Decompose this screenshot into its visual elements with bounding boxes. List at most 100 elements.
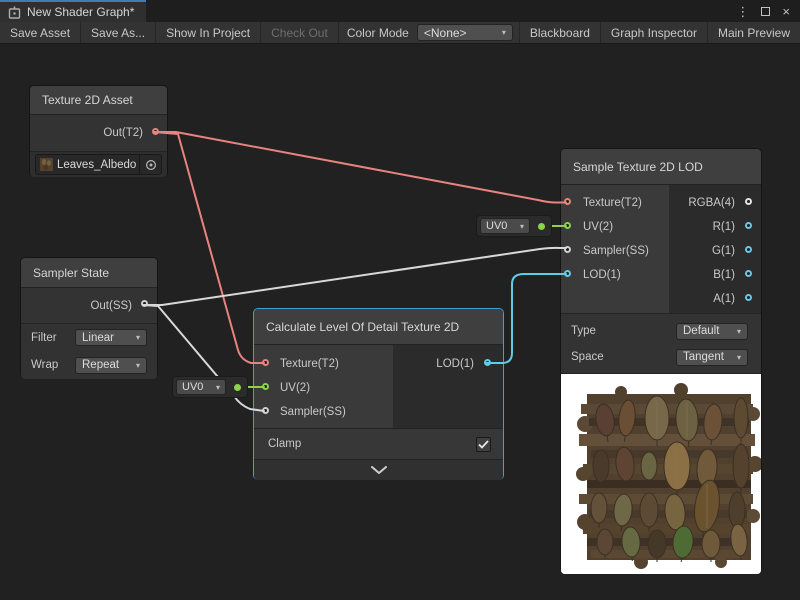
leaves-texture-image <box>561 374 761 574</box>
graph-inspector-toggle-button[interactable]: Graph Inspector <box>600 22 707 43</box>
main-preview-toggle-button[interactable]: Main Preview <box>707 22 800 43</box>
g-output-label: G(1) <box>712 245 735 257</box>
close-icon[interactable]: × <box>782 5 790 18</box>
type-dropdown[interactable]: Default ▾ <box>676 323 748 340</box>
node-header[interactable]: Calculate Level Of Detail Texture 2D <box>254 309 503 345</box>
uv-channel-value: UV0 <box>486 220 507 232</box>
wrap-value: Repeat <box>82 359 119 371</box>
rgba-output-row: RGBA(4) <box>669 191 761 215</box>
color-mode-label: Color Mode <box>339 22 417 43</box>
output-ports-panel: LOD(1) <box>393 345 503 428</box>
shader-graph-window: New Shader Graph* ⋮ × Save Asset Save As… <box>0 0 800 600</box>
out-ss-label: Out(SS) <box>90 300 132 312</box>
input-ports-panel: Texture(T2) UV(2) Sampler(SS) <box>254 345 393 428</box>
b-output-port[interactable] <box>745 270 752 277</box>
chevron-down-icon: ▾ <box>512 222 524 231</box>
node-header[interactable]: Sampler State <box>21 258 157 288</box>
texture-field-row: Leaves_Albedo <box>30 151 167 177</box>
node-header[interactable]: Sample Texture 2D LOD <box>561 149 761 185</box>
uv-value-dot-icon <box>538 223 545 230</box>
title-bar: New Shader Graph* ⋮ × <box>0 0 800 22</box>
color-mode-dropdown[interactable]: <None> ▾ <box>417 24 513 41</box>
shader-graph-asset-icon <box>8 6 21 19</box>
g-output-row: G(1) <box>669 239 761 263</box>
wire-sampler-to-sample[interactable] <box>143 248 566 305</box>
rgba-output-label: RGBA(4) <box>688 197 735 209</box>
uv-channel-dropdown[interactable]: UV0 ▾ <box>176 379 226 395</box>
space-label: Space <box>571 351 604 363</box>
wrap-label: Wrap <box>31 359 67 371</box>
rgba-output-port[interactable] <box>745 198 752 205</box>
out-ss-port-row: Out(SS) <box>21 288 157 323</box>
r-output-port[interactable] <box>745 222 752 229</box>
node-calculate-lod-texture-2d[interactable]: Calculate Level Of Detail Texture 2D Tex… <box>253 308 504 480</box>
wire-texture-to-calculate[interactable] <box>154 132 264 363</box>
chevron-down-icon: ▾ <box>128 333 140 342</box>
texture-input-row: Texture(T2) <box>254 352 393 376</box>
texture-object-field[interactable]: Leaves_Albedo <box>35 154 162 175</box>
maximize-icon[interactable] <box>761 7 770 16</box>
filter-row: Filter Linear ▾ <box>21 323 157 351</box>
check-out-button: Check Out <box>261 22 339 43</box>
space-row: Space Tangent ▾ <box>561 344 761 370</box>
save-as-button[interactable]: Save As... <box>81 22 156 43</box>
uv-input-row: UV(2) <box>561 215 669 239</box>
clamp-label: Clamp <box>268 438 301 450</box>
sampler-input-row: Sampler(SS) <box>254 400 393 424</box>
texture-input-row: Texture(T2) <box>561 191 669 215</box>
lod-input-row: LOD(1) <box>561 263 669 287</box>
uv-channel-dropdown[interactable]: UV0 ▾ <box>480 218 530 234</box>
r-output-row: R(1) <box>669 215 761 239</box>
clamp-checkbox[interactable] <box>476 437 491 452</box>
window-controls: ⋮ × <box>726 0 800 22</box>
sampler-input-label: Sampler(SS) <box>583 245 649 257</box>
save-asset-button[interactable]: Save Asset <box>0 22 81 43</box>
document-tab[interactable]: New Shader Graph* <box>0 0 146 22</box>
r-output-label: R(1) <box>713 221 735 233</box>
uv-channel-widget-sample: UV0 ▾ <box>476 215 552 237</box>
a-output-port[interactable] <box>745 294 752 301</box>
graph-canvas[interactable]: Texture 2D Asset Out(T2) Leaves_Albedo <box>0 44 800 600</box>
check-icon <box>478 440 489 449</box>
show-in-project-button[interactable]: Show In Project <box>156 22 261 43</box>
type-value: Default <box>683 325 719 337</box>
titlebar-drag-area <box>146 0 726 22</box>
node-texture-2d-asset[interactable]: Texture 2D Asset Out(T2) Leaves_Albedo <box>29 85 168 177</box>
lod-input-label: LOD(1) <box>583 269 621 281</box>
node-header[interactable]: Texture 2D Asset <box>30 86 167 115</box>
filter-label: Filter <box>31 332 67 344</box>
node-title: Calculate Level Of Detail Texture 2D <box>266 320 459 334</box>
more-menu-icon[interactable]: ⋮ <box>736 5 749 18</box>
node-sample-texture-2d-lod[interactable]: Sample Texture 2D LOD Texture(T2) UV(2) … <box>560 148 762 573</box>
out-t2-port-row: Out(T2) <box>30 115 167 151</box>
node-title: Texture 2D Asset <box>42 93 133 107</box>
input-ports-panel: Texture(T2) UV(2) Sampler(SS) LOD(1) <box>561 185 669 313</box>
chevron-down-icon: ▾ <box>208 383 220 392</box>
type-label: Type <box>571 325 596 337</box>
g-output-port[interactable] <box>745 246 752 253</box>
wrap-row: Wrap Repeat ▾ <box>21 351 157 379</box>
uv-input-label: UV(2) <box>280 382 310 394</box>
filter-dropdown[interactable]: Linear ▾ <box>75 329 147 346</box>
space-dropdown[interactable]: Tangent ▾ <box>676 349 748 366</box>
chevron-down-icon: ▾ <box>729 353 741 362</box>
node-sampler-state[interactable]: Sampler State Out(SS) Filter Linear ▾ Wr… <box>20 257 158 378</box>
collapse-chevron-button[interactable] <box>254 459 503 480</box>
texture-input-label: Texture(T2) <box>280 358 339 370</box>
wrap-dropdown[interactable]: Repeat ▾ <box>75 357 147 374</box>
sampler-input-row: Sampler(SS) <box>561 239 669 263</box>
b-output-label: B(1) <box>713 269 735 281</box>
node-title: Sample Texture 2D LOD <box>573 160 703 174</box>
wire-texture-to-sample[interactable] <box>154 132 566 203</box>
blackboard-toggle-button[interactable]: Blackboard <box>519 22 600 43</box>
uv-channel-value: UV0 <box>182 381 203 393</box>
chevron-down-icon: ▾ <box>729 327 741 336</box>
object-picker-icon[interactable] <box>139 154 161 175</box>
uv-value-dot-icon <box>234 384 241 391</box>
a-output-label: A(1) <box>713 293 735 305</box>
texture-name: Leaves_Albedo <box>57 159 139 171</box>
texture-input-label: Texture(T2) <box>583 197 642 209</box>
uv-input-label: UV(2) <box>583 221 613 233</box>
node-title: Sampler State <box>33 266 109 280</box>
a-output-row: A(1) <box>669 287 761 311</box>
